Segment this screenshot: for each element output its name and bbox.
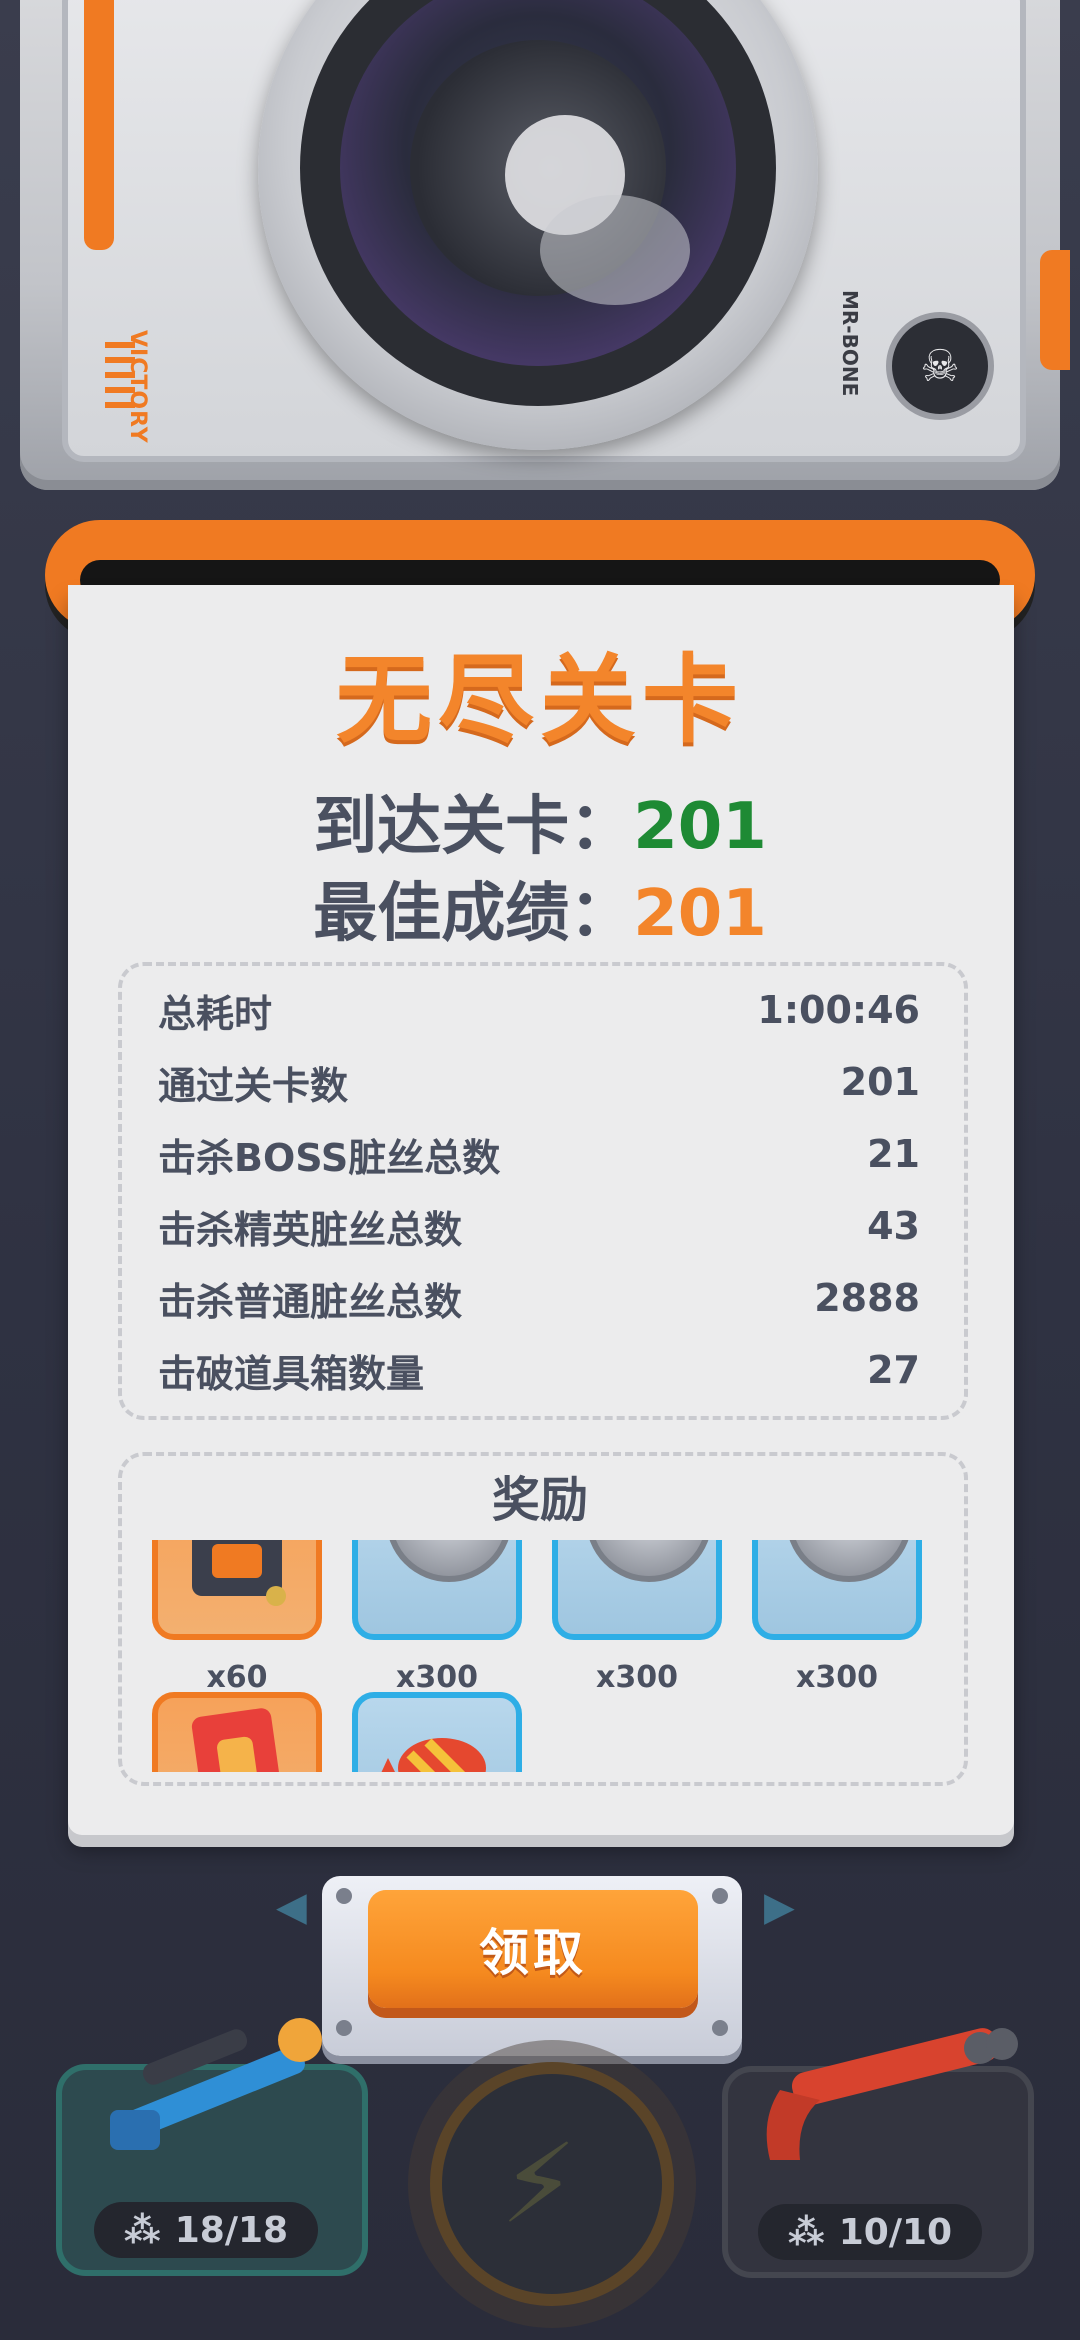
ammo-icon: ⁂	[123, 2209, 161, 2251]
screw-icon	[336, 1888, 352, 1904]
stat-label: 击破道具箱数量	[158, 1351, 425, 1396]
ammo-counter-right: ⁂ 10/10	[758, 2204, 982, 2260]
stat-row-elite-kills: 击杀精英脏丝总数 43	[158, 1196, 920, 1256]
stat-value: 2888	[814, 1276, 920, 1320]
stat-label: 击杀精英脏丝总数	[158, 1207, 463, 1252]
camera-stripe-left	[84, 0, 114, 250]
reached-level-label: 到达关卡：	[313, 790, 634, 864]
ammo-icon: ⁂	[787, 2211, 825, 2253]
reward-frame	[752, 1540, 922, 1640]
receipt-title: 无尽关卡	[336, 644, 744, 756]
stat-label: 击杀普通脏丝总数	[158, 1279, 463, 1324]
stat-row-boss-kills: 击杀BOSS脏丝总数 21	[158, 1124, 920, 1184]
reward-count: x60	[206, 1660, 268, 1695]
stat-label: 通过关卡数	[158, 1063, 349, 1108]
reward-count: x300	[796, 1660, 878, 1695]
reward-frame	[152, 1540, 322, 1640]
lens-highlight	[540, 195, 690, 305]
reward-frame	[352, 1540, 522, 1640]
reward-item[interactable]	[152, 1692, 322, 1772]
reward-item[interactable]: x300	[352, 1540, 522, 1695]
screw-icon	[712, 2020, 728, 2036]
shotgun-icon	[766, 2028, 1018, 2160]
arrow-left-icon: ◀	[276, 1884, 307, 1930]
claim-button[interactable]: 领取	[368, 1890, 698, 2008]
stat-value: 21	[867, 1132, 920, 1176]
reward-item[interactable]: x300	[552, 1540, 722, 1695]
green-gem-coin-icon	[786, 1540, 912, 1582]
stat-label: 总耗时	[158, 991, 273, 1036]
stat-row-total-time: 总耗时 1:00:46	[158, 980, 920, 1040]
stat-row-levels-passed: 通过关卡数 201	[158, 1052, 920, 1112]
screw-icon	[712, 1888, 728, 1904]
reached-level-line: 到达关卡：201	[0, 775, 1080, 867]
reward-item[interactable]: x300	[752, 1540, 922, 1695]
rewards-title: 奖励	[491, 1472, 588, 1528]
ammo-value: 18/18	[174, 2209, 289, 2251]
camera-brand-label: VICTORY	[125, 330, 150, 444]
reward-item[interactable]: x60	[152, 1540, 322, 1695]
reward-frame	[552, 1540, 722, 1640]
stat-value: 201	[840, 1060, 920, 1104]
camera-stripe-right	[1040, 250, 1070, 370]
candy-icon	[381, 1738, 486, 1772]
stat-label: 击杀BOSS脏丝总数	[158, 1135, 501, 1180]
sniper-rifle-icon	[110, 2018, 322, 2150]
card-icon	[191, 1708, 284, 1772]
gear-chip-icon	[192, 1540, 286, 1606]
reward-frame	[152, 1692, 322, 1772]
reward-frame	[352, 1692, 522, 1772]
ammo-counter-left: ⁂ 18/18	[94, 2202, 318, 2258]
blue-gem-coin-icon	[586, 1540, 712, 1582]
skull-button[interactable]: ☠	[886, 312, 994, 420]
stat-value: 43	[867, 1204, 920, 1248]
ammo-value: 10/10	[838, 2211, 953, 2253]
best-score-value: 201	[633, 877, 767, 951]
stat-value: 27	[867, 1348, 920, 1392]
reward-count: x300	[596, 1660, 678, 1695]
skull-icon: ☠	[920, 340, 960, 392]
arrow-right-icon: ▶	[764, 1884, 795, 1930]
camera-model-label: MR-BONE	[838, 290, 862, 397]
best-score-line: 最佳成绩：201	[0, 862, 1080, 954]
stat-row-normal-kills: 击杀普通脏丝总数 2888	[158, 1268, 920, 1328]
best-score-label: 最佳成绩：	[313, 877, 634, 951]
lightning-icon: ⚡	[500, 2120, 578, 2248]
reached-level-value: 201	[633, 790, 767, 864]
reward-item[interactable]	[352, 1692, 522, 1772]
reward-count: x300	[396, 1660, 478, 1695]
stat-row-boxes-broken: 击破道具箱数量 27	[158, 1340, 920, 1400]
stat-value: 1:00:46	[757, 988, 920, 1032]
rewards-scroll-list[interactable]: x60 x300 x300 x300	[140, 1540, 940, 1772]
red-gem-coin-icon	[386, 1540, 512, 1582]
